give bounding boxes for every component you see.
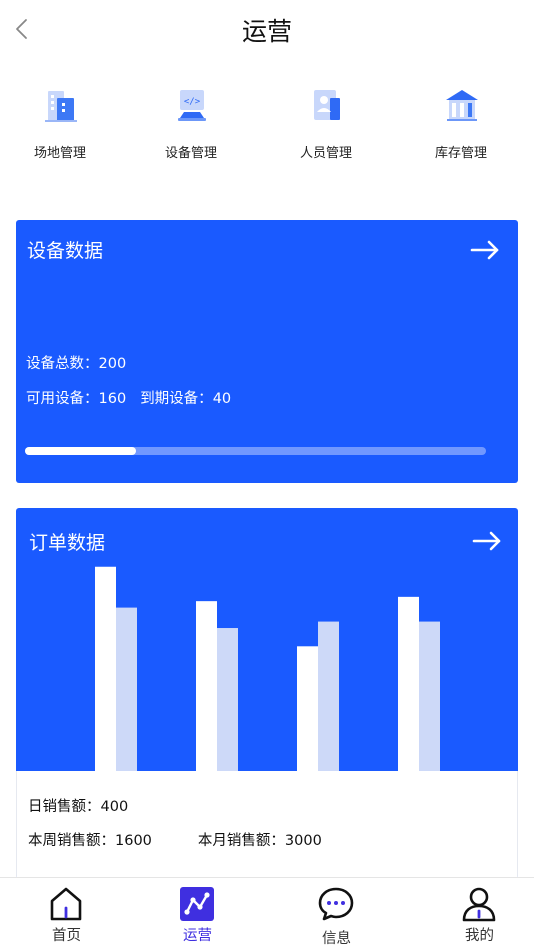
weekly-sales-value: 1600 [115,833,152,849]
operations-chart-icon [180,887,214,921]
bar-2-series-1 [196,601,217,771]
menu-label: 人员管理 [299,146,352,161]
period-sales-row: 本周销售额：1600 本月销售额：3000 [28,829,322,850]
device-total-value: 200 [98,356,127,372]
tab-label: 信息 [322,931,351,947]
order-card-title: 订单数据 [29,532,106,554]
menu-label: 库存管理 [434,146,487,161]
tab-messages[interactable]: 信息 [270,878,403,950]
daily-sales-value: 400 [100,799,129,815]
device-progress-bar [25,447,486,455]
device-data-card[interactable]: 设备数据 设备总数：200 可用设备：160 到期设备：40 [16,220,518,483]
bar-1-series-2 [116,607,137,771]
message-icon [318,887,354,921]
menu-item-staff[interactable]: 人员管理 [266,80,386,170]
tab-label: 我的 [465,928,494,944]
device-total-row: 设备总数：200 [26,352,126,373]
header: 运营 [0,0,534,60]
bottom-tab-bar: 首页 运营 信息 我的 [0,877,534,950]
svg-text:</>: </> [184,97,201,107]
order-summary-panel: 日销售额：400 本周销售额：1600 本月销售额：3000 [16,771,518,878]
weekly-sales-label: 本周销售额： [28,833,115,849]
device-available-value: 160 [98,391,127,407]
bar-3-series-1 [297,646,318,771]
tab-label: 运营 [183,928,212,944]
monthly-sales-value: 3000 [284,833,322,849]
menu-item-device[interactable]: </> 设备管理 [131,80,251,170]
warehouse-icon [446,90,478,121]
daily-sales-label: 日销售额： [28,799,101,815]
building-icon [45,91,77,122]
device-available-label: 可用设备： [26,391,99,407]
device-total-label: 设备总数： [26,356,99,372]
device-status-row: 可用设备：160 到期设备：40 [26,387,231,408]
profile-icon [462,887,496,922]
bar-2-series-2 [217,628,238,771]
device-expired-label: 到期设备： [140,391,213,407]
tab-label: 首页 [52,928,81,944]
menu-label: 场地管理 [33,146,86,161]
device-card-title: 设备数据 [27,240,104,262]
home-icon [50,887,82,921]
device-expired-value: 40 [212,391,232,407]
device-progress-fill [25,447,136,455]
page-title: 运营 [241,17,292,46]
bar-3-series-2 [318,621,339,771]
device-code-icon: </> [178,90,206,121]
bar-4-series-2 [419,621,440,771]
bar-1-series-1 [95,566,116,771]
monthly-sales-label: 本月销售额： [197,833,285,849]
menu-item-venue[interactable]: 场地管理 [0,80,120,170]
menu-item-inventory[interactable]: 库存管理 [401,80,521,170]
menu-label: 设备管理 [164,146,217,161]
tab-profile[interactable]: 我的 [413,878,534,950]
person-card-icon [314,90,340,120]
tab-home[interactable]: 首页 [0,878,133,950]
arrow-right-icon[interactable] [470,240,500,260]
arrow-right-icon[interactable] [472,531,502,551]
bar-4-series-1 [398,596,419,771]
tab-operations[interactable]: 运营 [131,878,264,950]
quick-menu: 场地管理 </> 设备管理 人员管理 库存管理 [0,80,534,170]
daily-sales-row: 日销售额：400 [28,795,128,816]
order-data-card[interactable]: 订单数据 日销售额：400 本周销售额：1600 本月销售额：3000 [16,508,518,878]
